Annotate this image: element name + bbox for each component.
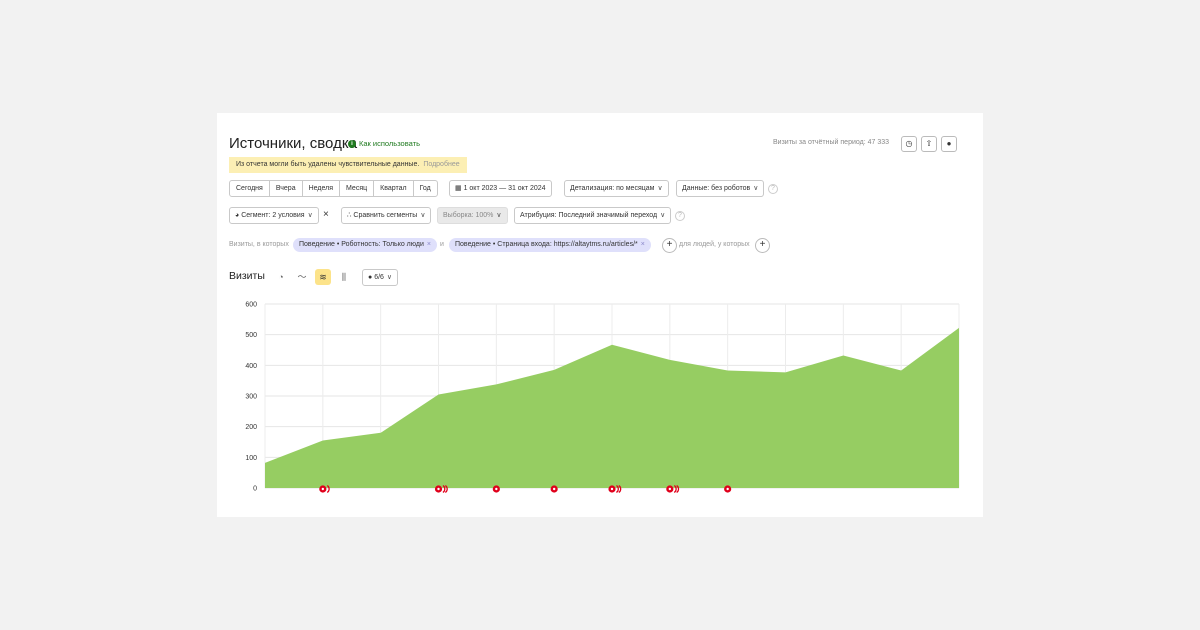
compare-segments-select[interactable]: ∴ Сравнить сегменты ∨ — [341, 207, 432, 224]
help-icon[interactable]: ? — [675, 211, 685, 221]
history-icon[interactable]: ◷ — [901, 136, 917, 152]
data-select[interactable]: Данные: без роботов ∨ — [676, 180, 765, 197]
chart-title: Визиты — [229, 270, 265, 282]
date-range-button[interactable]: ▦ 1 окт 2023 — 31 окт 2024 — [449, 180, 552, 197]
period-buttons: Сегодня Вчера Неделя Месяц Квартал Год — [229, 180, 438, 197]
sample-label: Выборка: 100% — [443, 212, 494, 219]
y-tick-label: 500 — [245, 332, 257, 339]
y-tick-label: 300 — [245, 394, 257, 401]
attribution-label: Атрибуция: Последний значимый переход — [520, 212, 658, 219]
area-chart-icon[interactable]: ≋ — [315, 269, 331, 285]
warning-text: Из отчета могли быть удалены чувствитель… — [236, 161, 420, 168]
filter-suffix: для людей, у которых — [679, 241, 750, 248]
detail-select[interactable]: Детализация: по месяцам ∨ — [564, 180, 669, 197]
close-icon[interactable]: × — [641, 241, 645, 248]
period-quarter-button[interactable]: Квартал — [373, 180, 414, 197]
date-range-label: 1 окт 2023 — 31 окт 2024 — [463, 185, 546, 192]
howto-label: Как использовать — [359, 139, 420, 148]
chevron-down-icon: ∨ — [660, 212, 666, 219]
y-tick-label: 400 — [245, 363, 257, 370]
annotation-marker[interactable] — [550, 485, 558, 493]
calendar-icon: ▦ — [455, 185, 462, 192]
period-week-button[interactable]: Неделя — [301, 180, 341, 197]
segment-icon: ◕ — [235, 212, 240, 219]
period-month-button[interactable]: Месяц — [339, 180, 375, 197]
visits-area-series[interactable] — [265, 327, 959, 488]
annotation-marker[interactable] — [319, 485, 330, 493]
close-icon[interactable]: × — [427, 241, 431, 248]
page-title: Источники, сводка — [229, 135, 358, 152]
series-select[interactable]: ● 6/6 ∨ — [362, 269, 399, 286]
series-count: 6/6 — [374, 274, 384, 281]
report-card: Источники, сводка i Как использовать Виз… — [217, 113, 983, 517]
annotation-marker[interactable] — [724, 485, 732, 493]
chevron-down-icon: ∨ — [420, 212, 426, 219]
bar-chart-icon[interactable]: ⫼ — [336, 269, 352, 285]
y-tick-label: 100 — [245, 455, 257, 462]
filter-and: и — [440, 241, 444, 248]
period-year-button[interactable]: Год — [412, 180, 438, 197]
add-user-filter-button[interactable]: + — [755, 238, 770, 253]
filter-tag-label: Поведение • Страница входа: https://alta… — [455, 241, 638, 248]
data-label: Данные: без роботов — [682, 185, 751, 192]
annotation-marker[interactable] — [492, 485, 500, 493]
period-today-button[interactable]: Сегодня — [229, 180, 270, 197]
compare-label: Сравнить сегменты — [353, 212, 418, 219]
help-icon[interactable]: ? — [768, 184, 778, 194]
visits-chart: 0 100 200 300 400 500 600 — [245, 302, 960, 493]
y-tick-label: 200 — [245, 424, 257, 431]
detail-label: Детализация: по месяцам — [570, 185, 655, 192]
info-icon: i — [348, 139, 356, 148]
chevron-down-icon: ∨ — [753, 185, 759, 192]
attribution-select[interactable]: Атрибуция: Последний значимый переход ∨ — [514, 207, 672, 224]
segment-select[interactable]: ◕ Сегмент: 2 условия ∨ — [229, 207, 319, 224]
filter-prefix: Визиты, в которых — [229, 241, 289, 248]
share-icon[interactable]: ● — [941, 136, 957, 152]
export-icon[interactable]: ⇧ — [921, 136, 937, 152]
howto-link[interactable]: i Как использовать — [348, 139, 420, 148]
line-chart-icon[interactable]: 〜 — [294, 269, 310, 285]
visits-total: Визиты за отчётный период: 47 333 — [773, 139, 889, 146]
pie-chart-icon[interactable]: ◔ — [273, 269, 289, 285]
clear-segment-icon[interactable]: × — [323, 209, 329, 220]
chevron-down-icon: ∨ — [386, 274, 393, 281]
warning-banner: Из отчета могли быть удалены чувствитель… — [229, 157, 467, 173]
add-filter-button[interactable]: + — [662, 238, 677, 253]
filter-tag-robots[interactable]: Поведение • Роботность: Только люди × — [293, 238, 437, 252]
chevron-down-icon: ∨ — [496, 212, 502, 219]
segment-label: Сегмент: 2 условия — [241, 212, 305, 219]
comment-icon: ● — [368, 274, 373, 281]
y-tick-label: 0 — [253, 486, 257, 493]
warning-more-link[interactable]: Подробнее — [423, 161, 459, 168]
sample-select[interactable]: Выборка: 100% ∨ — [437, 207, 508, 224]
chevron-down-icon: ∨ — [657, 185, 663, 192]
chevron-down-icon: ∨ — [307, 212, 313, 219]
y-tick-label: 600 — [245, 302, 257, 309]
filter-tag-entry-page[interactable]: Поведение • Страница входа: https://alta… — [449, 238, 651, 252]
filter-tag-label: Поведение • Роботность: Только люди — [299, 241, 424, 248]
period-yesterday-button[interactable]: Вчера — [268, 180, 303, 197]
compare-icon: ∴ — [347, 212, 352, 219]
